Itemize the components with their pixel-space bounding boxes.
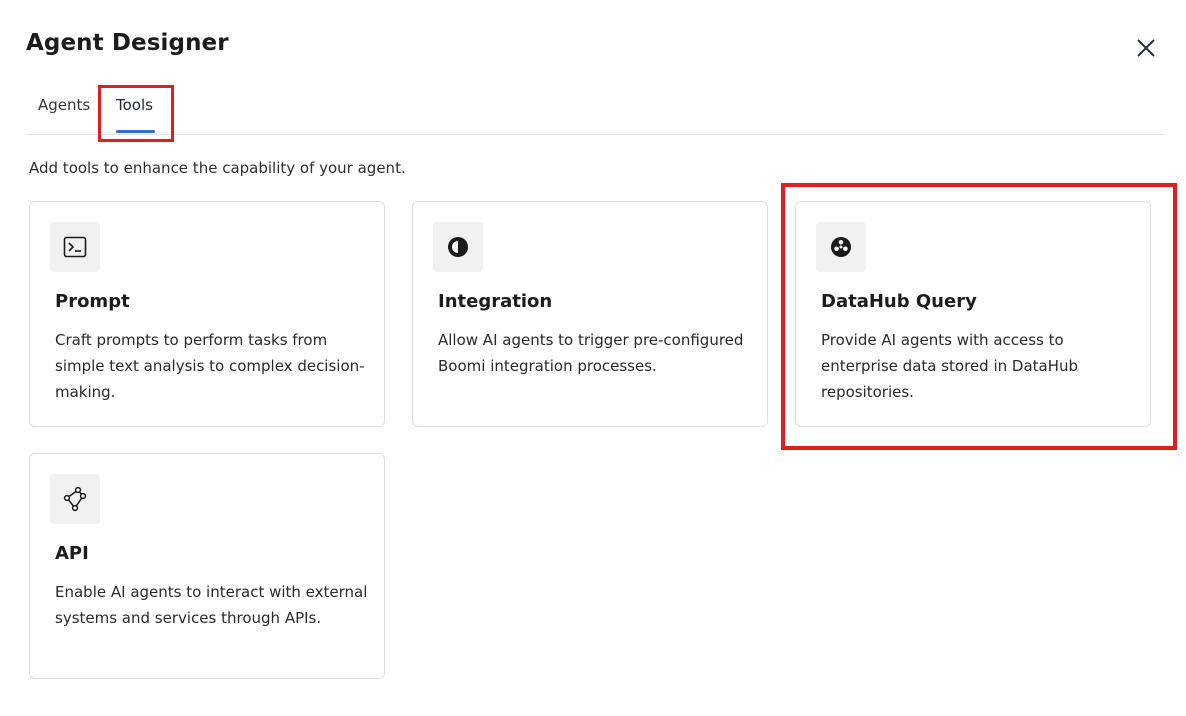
contrast-circle-icon xyxy=(448,237,468,257)
card-title: Prompt xyxy=(55,291,130,312)
tab-agents[interactable]: Agents xyxy=(38,96,90,114)
card-description: Craft prompts to perform tasks from simp… xyxy=(55,331,365,401)
card-title: Integration xyxy=(438,291,553,312)
card-description: Enable AI agents to interact with extern… xyxy=(55,583,368,627)
terminal-icon xyxy=(63,236,87,258)
close-icon xyxy=(1137,39,1155,57)
highlight-box-datahub-card xyxy=(781,183,1177,450)
tab-bar: Agents Tools xyxy=(26,86,1165,135)
api-nodes-icon xyxy=(63,486,87,512)
card-icon-container xyxy=(50,474,100,524)
page-title: Agent Designer xyxy=(26,30,229,56)
highlight-box-tools-tab xyxy=(98,85,174,142)
close-button[interactable] xyxy=(1132,34,1160,62)
tool-card-integration[interactable]: Integration Allow AI agents to trigger p… xyxy=(412,201,768,427)
tool-card-api[interactable]: API Enable AI agents to interact with ex… xyxy=(29,453,385,679)
card-description: Allow AI agents to trigger pre-configure… xyxy=(438,331,744,375)
card-title: API xyxy=(55,543,89,564)
card-icon-container xyxy=(433,222,483,272)
tools-description: Add tools to enhance the capability of y… xyxy=(29,159,406,177)
card-icon-container xyxy=(50,222,100,272)
tool-card-prompt[interactable]: Prompt Craft prompts to perform tasks fr… xyxy=(29,201,385,427)
